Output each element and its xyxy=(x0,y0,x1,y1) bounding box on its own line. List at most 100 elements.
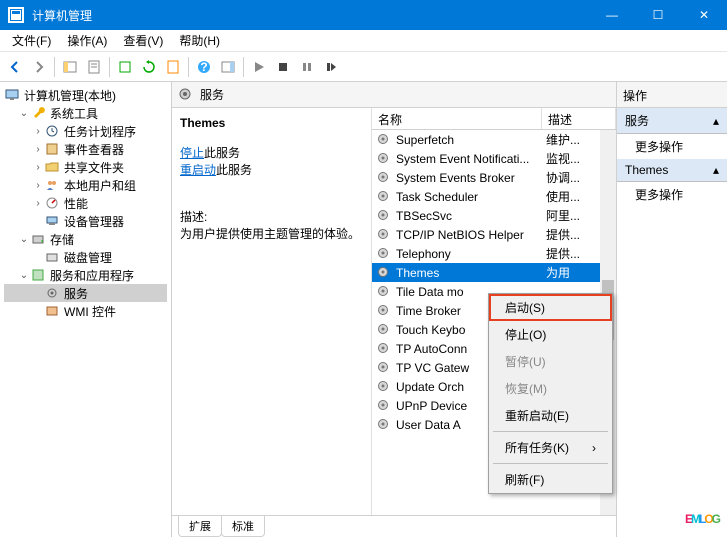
expand-icon[interactable]: › xyxy=(32,198,44,209)
tree-performance-label: 性能 xyxy=(64,195,88,212)
service-desc: 使用... xyxy=(546,188,580,205)
ctx-resume[interactable]: 恢复(M) xyxy=(489,375,612,402)
help-button[interactable]: ? xyxy=(193,56,215,78)
restart-button[interactable] xyxy=(320,56,342,78)
ctx-stop[interactable]: 停止(O) xyxy=(489,321,612,348)
selected-service-name: Themes xyxy=(180,116,363,130)
collapse-icon[interactable]: ⌄ xyxy=(18,270,30,281)
navigation-tree: 计算机管理(本地) ⌄ 系统工具 › 任务计划程序 › 事件查看器 › 共享文件… xyxy=(0,82,172,537)
service-row[interactable]: Themes为用 xyxy=(372,263,616,282)
properties-button[interactable] xyxy=(83,56,105,78)
tree-diskmgr[interactable]: › 磁盘管理 xyxy=(4,248,167,266)
tree-root[interactable]: 计算机管理(本地) xyxy=(4,86,167,104)
folder-icon xyxy=(44,159,60,175)
service-row[interactable]: TBSecSvc阿里... xyxy=(372,206,616,225)
refresh-button[interactable] xyxy=(138,56,160,78)
tree-systools[interactable]: ⌄ 系统工具 xyxy=(4,104,167,122)
service-desc: 提供... xyxy=(546,245,580,262)
maximize-button[interactable]: ☐ xyxy=(635,0,681,30)
menu-help[interactable]: 帮助(H) xyxy=(171,30,228,51)
chevron-up-icon: ▴ xyxy=(713,114,719,128)
tree-systools-label: 系统工具 xyxy=(50,105,98,122)
tree-eventviewer[interactable]: › 事件查看器 xyxy=(4,140,167,158)
app-icon xyxy=(8,7,24,23)
collapse-icon[interactable]: ⌄ xyxy=(18,234,30,245)
expand-icon[interactable]: › xyxy=(32,180,44,191)
list-header: 名称 描述 xyxy=(372,108,616,130)
tree-wmi[interactable]: › WMI 控件 xyxy=(4,302,167,320)
column-desc[interactable]: 描述 xyxy=(542,108,616,129)
service-row[interactable]: Superfetch维护... xyxy=(372,130,616,149)
service-row[interactable]: TCP/IP NetBIOS Helper提供... xyxy=(372,225,616,244)
tab-strip: 扩展 标准 xyxy=(172,515,616,537)
action-group-services[interactable]: 服务 ▴ xyxy=(617,108,727,134)
menu-bar: 文件(F) 操作(A) 查看(V) 帮助(H) xyxy=(0,30,727,52)
tree-services[interactable]: › 服务 xyxy=(4,284,167,302)
ctx-restart[interactable]: 重新启动(E) xyxy=(489,402,612,429)
action-pane-button[interactable] xyxy=(217,56,239,78)
expand-icon[interactable]: › xyxy=(32,162,44,173)
tree-storage[interactable]: ⌄ 存储 xyxy=(4,230,167,248)
menu-action[interactable]: 操作(A) xyxy=(59,30,115,51)
ctx-start[interactable]: 启动(S) xyxy=(489,294,612,321)
expand-icon[interactable]: › xyxy=(32,126,44,137)
pause-button[interactable] xyxy=(296,56,318,78)
tree-servicesapps[interactable]: ⌄ 服务和应用程序 xyxy=(4,266,167,284)
export-button[interactable] xyxy=(114,56,136,78)
tree-scheduler[interactable]: › 任务计划程序 xyxy=(4,122,167,140)
tree-services-label: 服务 xyxy=(64,285,88,302)
watermark: EMLOG xyxy=(685,485,719,533)
service-name: Superfetch xyxy=(396,133,546,147)
gear-icon xyxy=(376,170,392,186)
ctx-alltasks[interactable]: 所有任务(K) › xyxy=(489,434,612,461)
service-name: System Events Broker xyxy=(396,171,546,185)
gear-icon xyxy=(376,151,392,167)
column-name[interactable]: 名称 xyxy=(372,108,542,129)
restart-link[interactable]: 重启动 xyxy=(180,163,216,177)
minimize-button[interactable]: — xyxy=(589,0,635,30)
action-group-themes[interactable]: Themes ▴ xyxy=(617,159,727,182)
menu-view[interactable]: 查看(V) xyxy=(115,30,171,51)
menu-file[interactable]: 文件(F) xyxy=(4,30,59,51)
action-more-services[interactable]: 更多操作 xyxy=(617,134,727,159)
play-button[interactable] xyxy=(248,56,270,78)
forward-button[interactable] xyxy=(28,56,50,78)
gear-icon xyxy=(376,284,392,300)
show-hide-button[interactable] xyxy=(59,56,81,78)
gear-icon xyxy=(376,322,392,338)
properties2-button[interactable] xyxy=(162,56,184,78)
tree-sharedfolders[interactable]: › 共享文件夹 xyxy=(4,158,167,176)
gear-icon xyxy=(376,360,392,376)
service-row[interactable]: System Events Broker协调... xyxy=(372,168,616,187)
service-name: Task Scheduler xyxy=(396,190,546,204)
stop-link[interactable]: 停止 xyxy=(180,146,204,160)
disk-icon xyxy=(44,249,60,265)
tab-extended[interactable]: 扩展 xyxy=(178,516,222,537)
stop-service-line: 停止此服务 xyxy=(180,144,363,161)
tree-root-label: 计算机管理(本地) xyxy=(24,87,116,104)
service-row[interactable]: System Event Notificati...监视... xyxy=(372,149,616,168)
service-name: Telephony xyxy=(396,247,546,261)
action-more-themes[interactable]: 更多操作 xyxy=(617,182,727,207)
tree-scheduler-label: 任务计划程序 xyxy=(64,123,136,140)
close-button[interactable]: ✕ xyxy=(681,0,727,30)
tree-localusers[interactable]: › 本地用户和组 xyxy=(4,176,167,194)
collapse-icon[interactable]: ⌄ xyxy=(18,108,30,119)
wrench-icon xyxy=(30,105,46,121)
service-row[interactable]: Telephony提供... xyxy=(372,244,616,263)
tree-storage-label: 存储 xyxy=(50,231,74,248)
service-row[interactable]: Task Scheduler使用... xyxy=(372,187,616,206)
tree-devmgr[interactable]: › 设备管理器 xyxy=(4,212,167,230)
gear-icon xyxy=(376,341,392,357)
tab-standard[interactable]: 标准 xyxy=(221,516,265,537)
tree-performance[interactable]: › 性能 xyxy=(4,194,167,212)
ctx-refresh[interactable]: 刷新(F) xyxy=(489,466,612,493)
gear-icon xyxy=(376,398,392,414)
tree-servicesapps-label: 服务和应用程序 xyxy=(50,267,134,284)
expand-icon[interactable]: › xyxy=(32,144,44,155)
stop-button[interactable] xyxy=(272,56,294,78)
ctx-pause[interactable]: 暂停(U) xyxy=(489,348,612,375)
back-button[interactable] xyxy=(4,56,26,78)
services-header: 服务 xyxy=(172,82,616,108)
tree-devmgr-label: 设备管理器 xyxy=(64,213,124,230)
